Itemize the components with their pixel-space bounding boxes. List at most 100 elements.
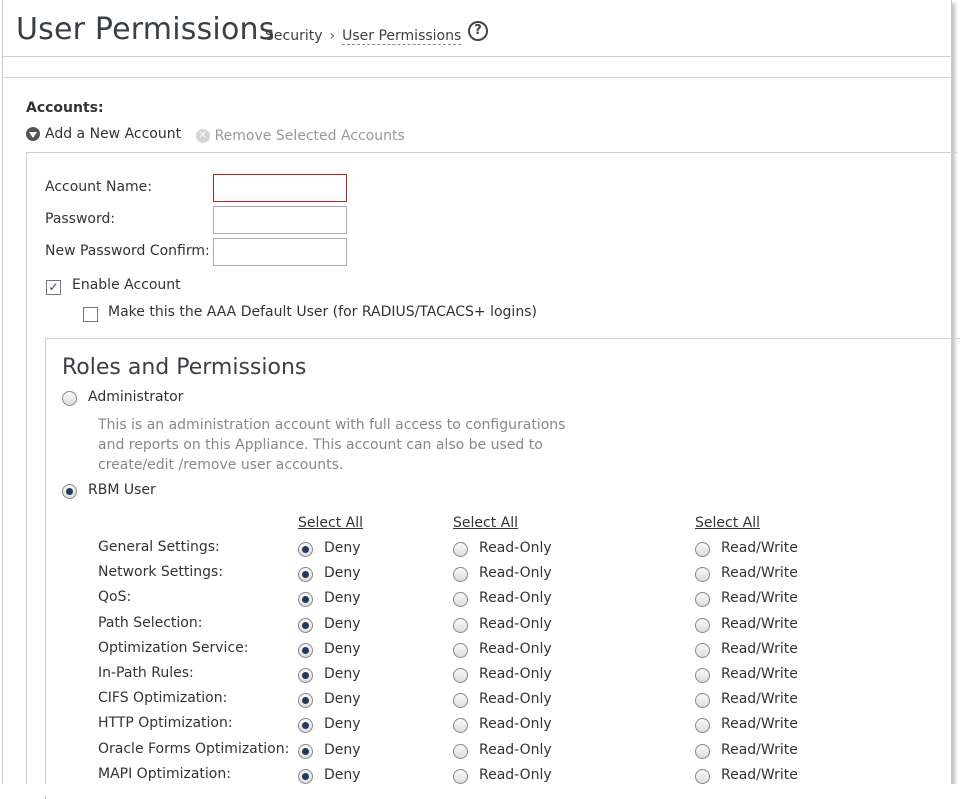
permission-row: Optimization Service: Deny Read-Only Read/W… (46, 640, 946, 662)
permission-row: QoS: Deny Read-Only Read/Write (46, 589, 946, 611)
select-all-read-write[interactable]: Select All (695, 515, 760, 531)
permission-option-label: Read/Write (721, 716, 798, 733)
rbm-user-radio[interactable] (62, 484, 77, 499)
permission-name: MAPI Optimization: (98, 765, 231, 782)
permission-radio-deny[interactable] (298, 567, 313, 583)
aaa-default-label: Make this the AAA Default User (for RADI… (108, 304, 537, 320)
permission-radio-deny[interactable] (298, 542, 313, 557)
page-title: User Permissions (16, 12, 275, 47)
add-account-label: Add a New Account (45, 126, 182, 142)
permission-radio-read-only[interactable] (453, 642, 468, 658)
permission-radio-read-only[interactable] (453, 718, 468, 734)
password-label: Password: (45, 211, 116, 227)
permission-name: Optimization Service: (98, 639, 249, 656)
select-all-read-only[interactable]: Select All (453, 515, 518, 531)
permission-radio-read-only[interactable] (453, 668, 468, 683)
permission-radio-deny[interactable] (298, 668, 313, 683)
permission-option-label: Read-Only (479, 766, 552, 783)
permission-option-label: Deny (324, 565, 361, 582)
permission-radio-read-write[interactable] (695, 617, 710, 633)
permission-option-label: Deny (324, 741, 361, 758)
permission-radio-read-only[interactable] (453, 693, 468, 709)
accounts-heading: Accounts: (26, 100, 104, 116)
permission-row: Network Settings: Deny Read-Only Read/Write (46, 564, 946, 586)
permission-radio-read-write[interactable] (695, 542, 710, 557)
permission-radio-read-only[interactable] (453, 592, 468, 608)
help-icon[interactable]: ? (468, 21, 488, 41)
permission-option-label: Read/Write (721, 565, 798, 582)
permission-radio-read-write[interactable] (695, 592, 710, 608)
permission-radio-read-write[interactable] (695, 693, 710, 709)
aaa-default-checkbox[interactable] (83, 307, 98, 322)
permission-radio-read-only[interactable] (453, 567, 468, 583)
permission-name: Oracle Forms Optimization: (98, 740, 290, 757)
add-account-button[interactable]: Add a New Account (26, 126, 181, 142)
enable-account-label: Enable Account (72, 277, 181, 293)
select-all-deny[interactable]: Select All (298, 515, 363, 531)
permission-radio-deny[interactable] (298, 743, 313, 759)
breadcrumb-user-permissions[interactable]: User Permissions (342, 28, 462, 45)
permission-row: In-Path Rules: Deny Read-Only Read/Write (46, 665, 946, 687)
permission-row: HTTP Optimization: Deny Read-Only Read/Writ… (46, 715, 946, 737)
page-header: User Permissions Security › User Permissio… (3, 0, 951, 57)
window-frame: User Permissions Security › User Permissio… (2, 0, 960, 799)
permission-option-label: Read/Write (721, 766, 798, 783)
permission-name: General Settings: (98, 539, 220, 555)
permission-radio-read-write[interactable] (695, 768, 710, 784)
permission-option-label: Read/Write (721, 540, 798, 556)
permission-radio-read-write[interactable] (695, 642, 710, 658)
permission-radio-deny[interactable] (298, 693, 313, 709)
permission-option-label: Read/Write (721, 666, 798, 682)
breadcrumb-security[interactable]: Security (265, 28, 323, 44)
permission-name: Network Settings: (98, 564, 224, 581)
permission-radio-read-write[interactable] (695, 718, 710, 734)
permission-radio-read-only[interactable] (453, 617, 468, 633)
permission-radio-read-write[interactable] (695, 668, 710, 683)
permission-radio-deny[interactable] (298, 617, 313, 633)
administrator-radio[interactable] (62, 391, 77, 406)
password-input[interactable] (213, 206, 347, 234)
chevron-right-icon: › (329, 28, 336, 44)
permission-radio-deny[interactable] (298, 718, 313, 734)
permission-option-label: Read/Write (721, 741, 798, 758)
breadcrumb: Security › User Permissions (265, 28, 462, 45)
account-name-input[interactable] (213, 174, 347, 202)
permission-radio-read-only[interactable] (453, 768, 468, 784)
remove-accounts-button[interactable]: ✕ Remove Selected Accounts (195, 128, 405, 144)
permission-radio-read-write[interactable] (695, 567, 710, 583)
roles-title: Roles and Permissions (62, 355, 307, 380)
remove-accounts-label: Remove Selected Accounts (214, 128, 405, 144)
confirm-password-input[interactable] (213, 238, 347, 266)
permission-option-label: Read/Write (721, 640, 798, 657)
permission-name: QoS: (98, 589, 132, 606)
permission-radio-read-only[interactable] (453, 743, 468, 759)
remove-icon: ✕ (195, 129, 210, 143)
rbm-user-label: RBM User (88, 482, 156, 498)
permission-radio-deny[interactable] (298, 768, 313, 784)
permission-option-label: Deny (324, 590, 361, 607)
administrator-description: This is an administration account with f… (98, 417, 566, 473)
add-account-panel: Account Name: Password: New Password Con… (26, 152, 960, 799)
permission-option-label: Deny (324, 766, 361, 783)
permission-option-label: Read-Only (479, 716, 552, 733)
permission-option-label: Deny (324, 615, 361, 632)
permission-row: Path Selection: Deny Read-Only Read/Write (46, 615, 946, 637)
permission-option-label: Deny (324, 540, 361, 556)
permission-radio-deny[interactable] (298, 642, 313, 658)
permission-option-label: Deny (324, 716, 361, 733)
permission-option-label: Read-Only (479, 741, 552, 758)
permission-radio-deny[interactable] (298, 592, 313, 608)
roles-permissions-panel: Roles and Permissions Administrator This… (45, 338, 960, 799)
permission-option-label: Read/Write (721, 615, 798, 632)
permission-radio-read-only[interactable] (453, 542, 468, 557)
permission-row: Oracle Forms Optimization: Deny Read-Only R… (46, 741, 946, 763)
permission-radio-read-write[interactable] (695, 743, 710, 759)
permission-option-label: Read-Only (479, 615, 552, 632)
main-content: Accounts: Add a New Account ✕ Remove Sel… (4, 77, 960, 799)
torn-edge (0, 784, 960, 796)
permission-option-label: Read-Only (479, 540, 552, 556)
account-actions: Add a New Account ✕ Remove Selected Acco… (26, 126, 415, 144)
enable-account-checkbox[interactable]: ✓ (46, 280, 61, 295)
permission-option-label: Read-Only (479, 565, 552, 582)
account-name-label: Account Name: (45, 179, 152, 195)
